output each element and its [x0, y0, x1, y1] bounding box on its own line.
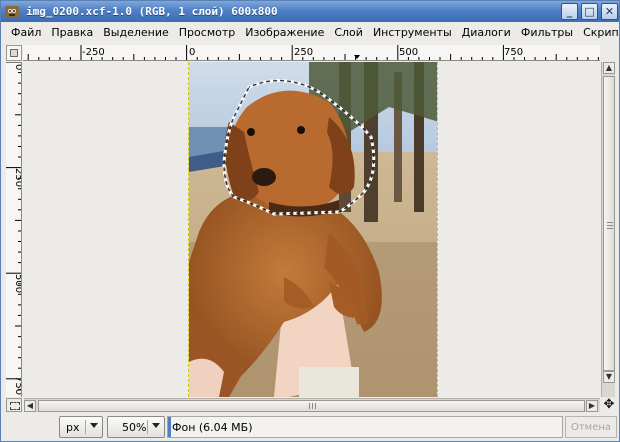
- layer-info-text: Фон (6.04 МБ): [172, 420, 253, 434]
- menu-select[interactable]: Выделение: [98, 26, 174, 39]
- navigate-cross-icon[interactable]: ✥: [602, 398, 616, 412]
- vertical-ruler[interactable]: 0 250 500 750: [6, 62, 22, 397]
- hruler-label-0: 0: [189, 47, 195, 58]
- vruler-label-0: 0: [13, 64, 22, 70]
- chevron-down-icon: [90, 423, 98, 428]
- vertical-scrollbar[interactable]: ▲ ▼: [601, 62, 615, 397]
- menu-edit[interactable]: Правка: [46, 26, 98, 39]
- quick-mask-toggle-icon[interactable]: [6, 398, 22, 412]
- unit-value: px: [66, 420, 80, 434]
- horizontal-scroll-row: ◀ ▶ ✥: [6, 398, 616, 412]
- menu-view[interactable]: Просмотр: [174, 26, 240, 39]
- menu-image[interactable]: Изображение: [240, 26, 329, 39]
- menu-layer[interactable]: Слой: [329, 26, 368, 39]
- horizontal-scrollbar[interactable]: ◀ ▶: [24, 398, 600, 412]
- cancel-button[interactable]: Отмена: [565, 416, 617, 438]
- title-bar[interactable]: img_0200.xcf-1.0 (RGB, 1 слой) 600x800 _…: [1, 1, 619, 22]
- ruler-corner-spacer: [601, 45, 615, 61]
- maximize-button[interactable]: □: [581, 3, 598, 20]
- hruler-label-250: 250: [294, 47, 313, 58]
- zoom-value: 50%: [122, 420, 147, 434]
- scroll-right-arrow-icon[interactable]: ▶: [586, 400, 598, 412]
- scroll-up-arrow-icon[interactable]: ▲: [603, 62, 615, 74]
- image-menu-corner-button[interactable]: [6, 45, 22, 61]
- chevron-down-icon: [152, 423, 160, 428]
- status-bar: px 50% Фон (6.04 МБ) Отмена: [1, 414, 619, 441]
- scroll-down-arrow-icon[interactable]: ▼: [603, 371, 615, 383]
- status-message: Фон (6.04 МБ): [167, 416, 563, 438]
- minimize-button[interactable]: _: [561, 3, 578, 20]
- window-title: img_0200.xcf-1.0 (RGB, 1 слой) 600x800: [26, 5, 278, 18]
- close-button[interactable]: ✕: [601, 3, 618, 20]
- horizontal-scroll-thumb[interactable]: [38, 400, 585, 412]
- menu-script[interactable]: Скрипт: [578, 26, 619, 39]
- menu-tools[interactable]: Инструменты: [368, 26, 457, 39]
- gimp-image-window: img_0200.xcf-1.0 (RGB, 1 слой) 600x800 _…: [0, 0, 620, 442]
- hruler-label-500: 500: [399, 47, 418, 58]
- vruler-label-250: 250: [13, 168, 22, 187]
- menu-filters[interactable]: Фильтры: [516, 26, 578, 39]
- gimp-app-icon[interactable]: [4, 4, 20, 20]
- dachshund-photo: [189, 62, 437, 397]
- menu-bar: Файл Правка Выделение Просмотр Изображен…: [1, 22, 619, 43]
- image-layer[interactable]: [188, 62, 438, 397]
- zoom-select[interactable]: 50%: [107, 416, 165, 438]
- hruler-label-750: 750: [504, 47, 523, 58]
- vertical-scroll-thumb[interactable]: [603, 76, 615, 371]
- scroll-left-arrow-icon[interactable]: ◀: [24, 400, 36, 412]
- horizontal-ruler[interactable]: -250 0 250 500 750: [23, 45, 600, 61]
- unit-select[interactable]: px: [59, 416, 103, 438]
- hruler-label-neg250: -250: [82, 47, 105, 58]
- image-canvas[interactable]: [23, 62, 600, 397]
- menu-file[interactable]: Файл: [1, 26, 46, 39]
- vruler-label-500: 500: [13, 274, 22, 293]
- vruler-label-750: 750: [13, 376, 22, 395]
- menu-dialogs[interactable]: Диалоги: [457, 26, 516, 39]
